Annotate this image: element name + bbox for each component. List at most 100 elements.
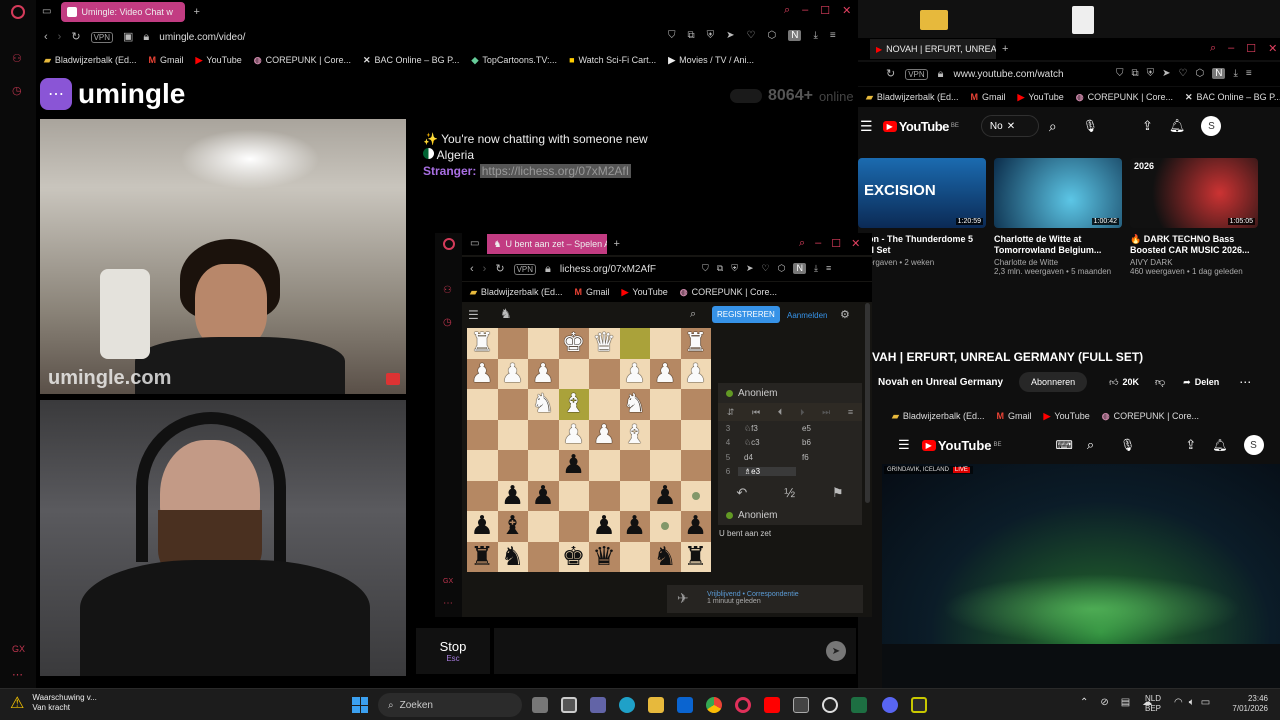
file-desktop-icon[interactable]: [1072, 6, 1094, 34]
url-text[interactable]: lichess.org/07xM2AfF: [560, 264, 656, 275]
bookmark-item[interactable]: ◍ COREPUNK | Core...: [254, 55, 351, 66]
bookmark-item[interactable]: ▶ Movies / TV / Ani...: [668, 55, 754, 66]
recommendation-card[interactable]: 2026 1:05:05 🔥 DARK TECHNO Bass Boosted …: [1130, 158, 1258, 276]
url-text[interactable]: www.youtube.com/watch: [954, 69, 1064, 80]
close-icon[interactable]: ✕: [851, 237, 860, 250]
more-options-icon[interactable]: ⋯: [1239, 375, 1251, 389]
board-square[interactable]: [528, 419, 559, 450]
youtube-search-input[interactable]: No ✕: [980, 115, 1039, 137]
youtube-logo[interactable]: ▶ YouTube BE: [882, 119, 959, 134]
forward-icon[interactable]: ›: [483, 263, 487, 275]
avatar[interactable]: S: [1243, 435, 1264, 455]
excel-icon[interactable]: [851, 697, 867, 713]
task-view-icon[interactable]: [532, 697, 548, 713]
draw-offer-button[interactable]: ½: [784, 485, 795, 501]
tab-umingle[interactable]: Umingle: Video Chat w: [61, 2, 186, 22]
white-move[interactable]: d4: [738, 453, 796, 462]
sidebar-messenger-icon[interactable]: ⚇: [443, 285, 452, 296]
chess-piece[interactable]: ♟: [528, 359, 558, 389]
edge-icon[interactable]: [619, 697, 635, 713]
maximize-icon[interactable]: ☐: [820, 4, 830, 17]
bell-icon[interactable]: 🔔︎: [1212, 438, 1227, 452]
board-square[interactable]: [497, 389, 528, 420]
chess-piece[interactable]: ♟: [620, 511, 650, 541]
back-icon[interactable]: ‹: [44, 31, 48, 43]
shield-icon[interactable]: ⛨: [1147, 68, 1155, 79]
minimize-icon[interactable]: –: [1228, 42, 1234, 55]
chrome-icon[interactable]: [706, 697, 722, 713]
board-square[interactable]: [619, 328, 650, 359]
lichess-logo-icon[interactable]: ♞: [500, 306, 512, 322]
tab-menu-icon[interactable]: ▭: [470, 239, 479, 249]
sidebar-extension-icon[interactable]: GX: [443, 578, 453, 585]
move-hint-dot[interactable]: [661, 522, 669, 530]
chess-piece[interactable]: ♟: [559, 420, 589, 450]
chess-piece[interactable]: ♟: [498, 481, 528, 511]
white-move[interactable]: ♘c3: [738, 438, 796, 447]
subscribe-button[interactable]: Abonneren: [1019, 372, 1088, 392]
board-square[interactable]: [497, 419, 528, 450]
bookmark-item[interactable]: ▰ Bladwijzerbalk (Ed...: [866, 92, 958, 103]
mic-icon[interactable]: 🎙︎: [1120, 438, 1135, 452]
snapshot-icon[interactable]: ⧉: [688, 30, 695, 41]
chess-piece[interactable]: ♝: [620, 420, 650, 450]
first-move-icon[interactable]: ⏮: [752, 407, 760, 418]
taskbar-search[interactable]: ⌕ Zoeken: [378, 693, 522, 717]
white-move[interactable]: ♗e3: [738, 467, 796, 477]
board-square[interactable]: [680, 419, 711, 450]
download-icon[interactable]: ⤓: [813, 30, 817, 41]
message-input[interactable]: [494, 628, 856, 674]
bookmark-item[interactable]: ▶ YouTube: [1043, 411, 1089, 422]
resign-flag-icon[interactable]: ⚑: [832, 485, 844, 501]
black-move[interactable]: b6: [796, 438, 854, 447]
snapshot-icon[interactable]: ⧉: [1132, 68, 1139, 79]
opera-logo-icon[interactable]: [443, 238, 455, 250]
chess-piece[interactable]: ♟: [528, 481, 558, 511]
settings-icon[interactable]: ⚙: [840, 308, 850, 321]
report-flag-icon[interactable]: [386, 373, 400, 385]
vpn-badge[interactable]: VPN: [513, 263, 537, 275]
close-icon[interactable]: ✕: [1268, 42, 1277, 55]
black-move[interactable]: f6: [796, 453, 854, 462]
board-square[interactable]: [589, 450, 620, 481]
calculator-icon[interactable]: [793, 697, 809, 713]
menu-icon[interactable]: ≡: [1246, 68, 1252, 79]
new-tab-icon[interactable]: +: [1002, 43, 1008, 55]
hamburger-icon[interactable]: ☰: [468, 308, 479, 322]
channel-name[interactable]: Novah en Unreal Germany: [878, 377, 1003, 388]
stop-button[interactable]: Stop Esc: [416, 628, 490, 674]
reload-icon[interactable]: ↻: [886, 68, 895, 80]
menu-icon[interactable]: ≡: [826, 263, 831, 274]
chess-piece[interactable]: ♟: [650, 359, 680, 389]
network-off-icon[interactable]: ⊘: [1100, 697, 1108, 708]
thumbs-down-icon[interactable]: 👎︎: [1155, 376, 1165, 388]
search-icon[interactable]: ⌕: [690, 308, 696, 321]
weather-widget[interactable]: ⚠ Waarschuwing v... Van kracht: [10, 693, 97, 713]
sidebar-history-icon[interactable]: ◷: [12, 84, 22, 97]
bookmark-item[interactable]: ▶ YouTube: [1017, 92, 1063, 103]
bookmark-item[interactable]: ✕ BAC Online – BG P...: [1185, 92, 1280, 103]
share-button[interactable]: ➦ Delen: [1183, 377, 1219, 388]
bookmark-item[interactable]: ▰ Bladwijzerbalk (Ed...: [470, 287, 562, 298]
chess-piece[interactable]: ♜: [681, 542, 711, 572]
maximize-icon[interactable]: ☐: [831, 237, 841, 250]
mic-icon[interactable]: 🎙︎: [1083, 119, 1098, 133]
bookmark-item[interactable]: ▰ Bladwijzerbalk (Ed...: [892, 411, 984, 422]
chess-piece[interactable]: ♟: [681, 511, 711, 541]
close-icon[interactable]: ✕: [842, 4, 851, 17]
store-icon[interactable]: [561, 697, 577, 713]
board-square[interactable]: [680, 389, 711, 420]
umingle-logo[interactable]: ⋯ umingle: [40, 78, 185, 110]
minimize-icon[interactable]: –: [815, 237, 821, 250]
board-square[interactable]: [619, 480, 650, 511]
bookmark-item[interactable]: M Gmail: [996, 411, 1031, 421]
prev-move-icon[interactable]: ⏴: [778, 407, 783, 418]
vpn-badge[interactable]: VPN: [905, 68, 928, 80]
chess-board[interactable]: ♜ ♚ ♛ ♜ ♟ ♟ ♟ ♟ ♟ ♟ ♞ ♝ ♞ ♟ ♟ ♝ ♟ ♟ ♟ ♟ ♟ ♝ ♟ ♟ ♟ ♜ ♞ ♚ ♛ ♞ ♜: [467, 328, 711, 572]
tray-expand-icon[interactable]: ⌃: [1080, 697, 1088, 708]
board-square[interactable]: [619, 541, 650, 572]
board-square[interactable]: [558, 358, 589, 389]
download-icon[interactable]: ⤓: [1233, 68, 1237, 79]
register-button[interactable]: REGISTREREN: [712, 306, 780, 323]
search-tabs-icon[interactable]: ⌕: [1210, 42, 1216, 55]
